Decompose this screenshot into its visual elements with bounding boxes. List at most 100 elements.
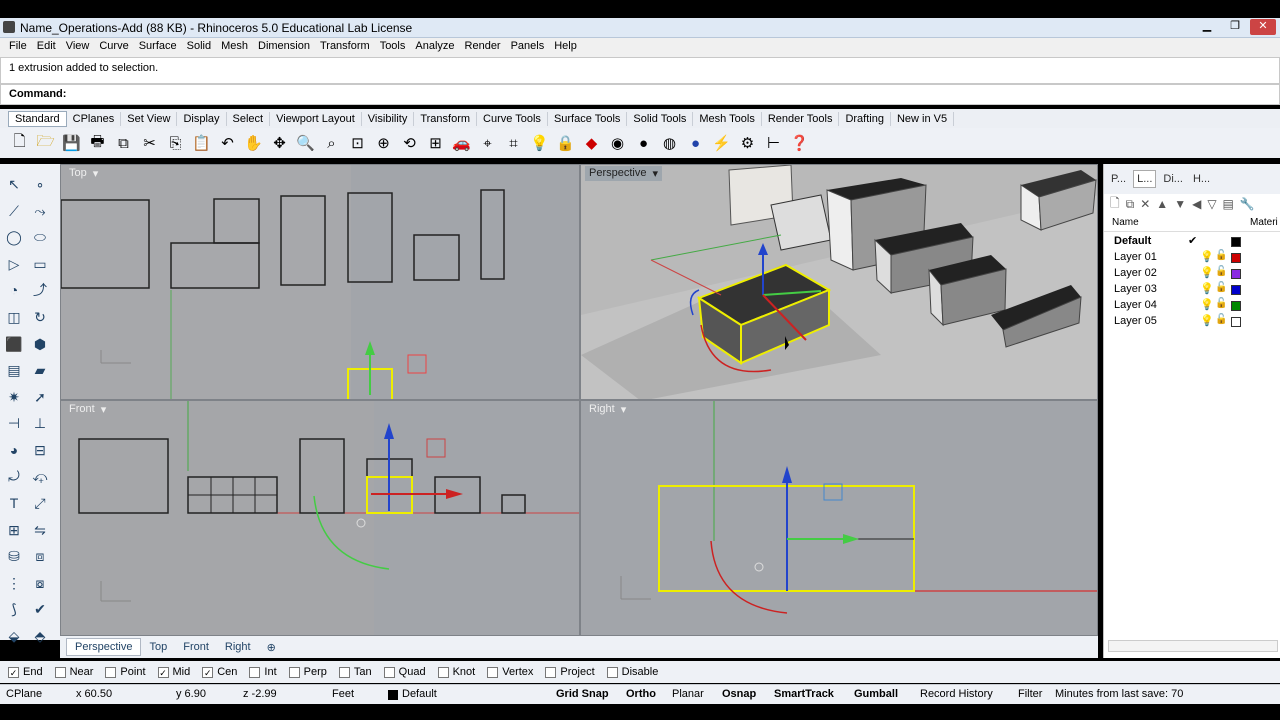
osnap-knot[interactable]: Knot (437, 666, 475, 678)
dimensions-icon[interactable]: ⊢ (762, 132, 785, 155)
rotate-view-icon[interactable]: ⟲ (398, 132, 421, 155)
menu-help[interactable]: Help (549, 38, 582, 57)
viewport-label-perspective[interactable]: Perspective ▾ (585, 166, 663, 181)
new-file-icon[interactable]: 🗋 (8, 132, 31, 155)
cut-icon[interactable]: ✂ (138, 132, 161, 155)
tab-solid-tools[interactable]: Solid Tools (627, 111, 694, 126)
light-bulb-icon[interactable]: 💡 (1200, 298, 1214, 311)
layer-color-swatch[interactable] (1231, 285, 1241, 295)
vptab-top[interactable]: Top (141, 639, 175, 655)
tab-visibility[interactable]: Visibility (362, 111, 415, 126)
menu-surface[interactable]: Surface (134, 38, 182, 57)
zoom-icon[interactable]: 🔍 (294, 132, 317, 155)
panel-tab-properties[interactable]: P... (1108, 171, 1129, 187)
checkbox[interactable] (54, 666, 66, 678)
tab-standard[interactable]: Standard (8, 110, 67, 127)
cage-edit-icon[interactable]: ⧇ (28, 571, 52, 595)
trim-icon[interactable]: ⤾ (2, 464, 26, 488)
command-line[interactable]: Command: (0, 84, 1280, 105)
text-icon[interactable]: T (2, 491, 26, 515)
gumball-scale-handle[interactable] (426, 438, 446, 458)
grid-snap-icon[interactable]: ⌗ (502, 132, 525, 155)
layer-color-swatch[interactable] (1231, 269, 1241, 279)
osnap-int[interactable]: Int (249, 666, 277, 678)
viewport-front[interactable]: Front ▾ (60, 400, 580, 636)
render-object-icon[interactable]: ◕ (2, 438, 26, 462)
tab-display[interactable]: Display (177, 111, 227, 126)
chevron-down-icon[interactable]: ▾ (93, 167, 99, 180)
checkbox[interactable]: ✓ (202, 666, 214, 678)
lock-icon[interactable]: 🔓 (1215, 298, 1227, 309)
light-bulb-icon[interactable]: 💡 (528, 132, 551, 155)
checkbox[interactable] (338, 666, 350, 678)
checkbox[interactable]: ✓ (157, 666, 169, 678)
rectangle-icon[interactable]: ▭ (28, 252, 52, 276)
cylinder-icon[interactable]: ⛁ (2, 544, 26, 568)
new-sublayer-icon[interactable]: ⧉ (1126, 197, 1135, 212)
rendered-sphere-icon[interactable]: ● (684, 132, 707, 155)
layer-states-icon[interactable]: ▤ (1223, 197, 1234, 211)
chevron-down-icon[interactable]: ▾ (101, 403, 107, 416)
undo-icon[interactable]: ↶ (216, 132, 239, 155)
cplane-icon[interactable]: ⌖ (476, 132, 499, 155)
osnap-mid[interactable]: ✓ Mid (157, 666, 190, 678)
save-icon[interactable]: 💾 (60, 132, 83, 155)
car-named-view-icon[interactable]: 🚗 (450, 132, 473, 155)
osnap-near[interactable]: Near (54, 666, 93, 678)
osnap-disable[interactable]: Disable (606, 666, 658, 678)
options-gears-icon[interactable]: ⚙ (736, 132, 759, 155)
viewport-label-front[interactable]: Front ▾ (65, 402, 110, 417)
four-view-icon[interactable]: ⊞ (424, 132, 447, 155)
osnap-project[interactable]: Project (545, 666, 595, 678)
checkbox[interactable] (288, 666, 300, 678)
menu-transform[interactable]: Transform (315, 38, 375, 57)
lock-icon[interactable]: 🔒 (554, 132, 577, 155)
tab-transform[interactable]: Transform (414, 111, 478, 126)
paste-icon[interactable]: 📋 (190, 132, 213, 155)
copy-icon[interactable]: ⎘ (164, 132, 187, 155)
layer-row[interactable]: Layer 01 💡 🔓 (1104, 250, 1280, 266)
tab-select[interactable]: Select (227, 111, 271, 126)
point-icon[interactable]: ∘ (28, 172, 52, 196)
layer-row[interactable]: Layer 03 💡 🔓 (1104, 282, 1280, 298)
lights-icon[interactable]: ⚡ (710, 132, 733, 155)
import-icon[interactable]: ⧉ (112, 132, 135, 155)
light-bulb-icon[interactable]: 💡 (1200, 266, 1214, 279)
add-viewport-icon[interactable]: ⊕ (259, 639, 284, 656)
zoom-window-icon[interactable]: ⌕ (320, 132, 343, 155)
viewport-label-right[interactable]: Right ▾ (585, 402, 630, 417)
shaded-sphere-icon[interactable]: ◍ (658, 132, 681, 155)
checkbox[interactable] (437, 666, 449, 678)
menu-render[interactable]: Render (460, 38, 506, 57)
osnap-tan[interactable]: Tan (338, 666, 372, 678)
menu-view[interactable]: View (61, 38, 95, 57)
color-wheel-icon[interactable]: ◉ (606, 132, 629, 155)
checkbox[interactable] (105, 666, 117, 678)
open-file-icon[interactable]: 🗁 (34, 132, 57, 155)
checkbox[interactable] (487, 666, 499, 678)
ellipse-icon[interactable]: ⬭ (28, 225, 52, 249)
menu-curve[interactable]: Curve (94, 38, 133, 57)
lock-icon[interactable]: 🔓 (1215, 282, 1227, 293)
vptab-right[interactable]: Right (217, 639, 259, 655)
osnap-perp[interactable]: Perp (288, 666, 327, 678)
pan-hand-icon[interactable]: ✋ (242, 132, 265, 155)
lock-icon[interactable]: 🔓 (1215, 314, 1227, 325)
help-icon[interactable]: ❓ (788, 132, 811, 155)
group-icon[interactable]: ⊟ (28, 438, 52, 462)
menu-tools[interactable]: Tools (375, 38, 411, 57)
box-solid-icon[interactable]: ⬛ (2, 332, 26, 356)
osnap-vertex[interactable]: Vertex (487, 666, 533, 678)
select-arrow-icon[interactable]: ↖ (2, 172, 26, 196)
transform-gear-icon[interactable]: ✷ (2, 385, 26, 409)
curve-cv-icon[interactable]: ⤳ (28, 199, 52, 223)
object-properties-icon[interactable]: ◆ (580, 132, 603, 155)
grid-array-icon[interactable]: ⋮ (2, 571, 26, 595)
mirror-icon[interactable]: ⇋ (28, 518, 52, 542)
menu-edit[interactable]: Edit (32, 38, 61, 57)
lock-icon[interactable]: 🔓 (1215, 250, 1227, 261)
menu-panels[interactable]: Panels (506, 38, 550, 57)
layer-row[interactable]: Default ✔ (1104, 234, 1280, 250)
close-button[interactable]: ✕ (1250, 19, 1276, 35)
circle-icon[interactable]: ◯ (2, 225, 26, 249)
